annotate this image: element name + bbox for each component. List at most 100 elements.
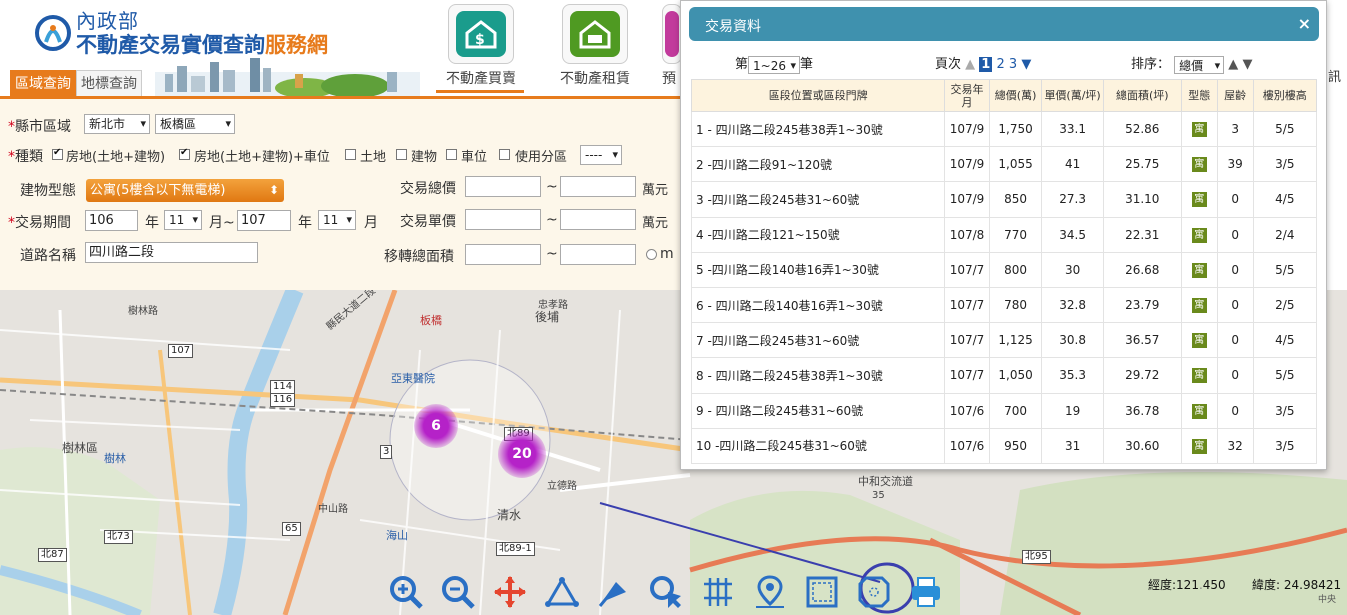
period-label: *交易期間 xyxy=(8,215,71,231)
measure-distance-icon[interactable] xyxy=(541,572,583,612)
zoom-out-icon[interactable] xyxy=(437,572,479,612)
type-zoning-checkbox[interactable] xyxy=(499,149,510,160)
tab-landmark-query[interactable]: 地標查詢 xyxy=(76,70,142,96)
sort-select[interactable]: 總價 xyxy=(1174,55,1225,75)
year-to-input[interactable]: 107 xyxy=(237,210,291,231)
type-label: *種類 xyxy=(8,149,43,165)
col-address[interactable]: 區段位置或區段門牌 xyxy=(690,79,946,112)
measure-area-icon[interactable] xyxy=(593,572,635,612)
table-row[interactable]: 1 - 四川路二段245巷38弄1~30號 107/9 1,750 33.1 52.86… xyxy=(690,110,1318,148)
road-name-input[interactable]: 四川路二段 xyxy=(85,242,258,263)
type-parking-label: 車位 xyxy=(461,150,488,165)
zoom-in-icon[interactable] xyxy=(385,572,427,612)
district-select[interactable]: 板橋區 xyxy=(155,114,235,134)
unit-price-min-input[interactable] xyxy=(465,209,541,230)
record-range-select[interactable]: 1~26 xyxy=(748,55,801,75)
cell-floor: 5/5 xyxy=(1252,357,1318,394)
zoning-select[interactable]: ---- xyxy=(580,145,622,165)
cell-date: 107/9 xyxy=(944,146,990,183)
total-price-min-input[interactable] xyxy=(465,176,541,197)
prev-page-icon[interactable]: ▲ xyxy=(965,57,975,72)
table-row[interactable]: 7 -四川路二段245巷31~60號 107/7 1,125 30.8 36.57 寓 0 4… xyxy=(690,322,1318,359)
month-from-select[interactable]: 11 xyxy=(164,210,202,230)
map-label-zhonghe-interchange: 中和交流道 xyxy=(858,475,913,488)
sort-descending-icon[interactable]: ▼ xyxy=(1242,57,1252,72)
road-badge-107: 107 xyxy=(168,344,194,358)
cell-address: 5 -四川路二段140巷16弄1~30號 xyxy=(690,251,946,288)
nav-real-estate-sale[interactable]: $ 不動產買賣 xyxy=(446,4,516,88)
locate-icon[interactable] xyxy=(749,572,791,612)
grid-icon[interactable] xyxy=(697,572,739,612)
tab-area-query[interactable]: 區域查詢 xyxy=(10,70,76,96)
page-2[interactable]: 2 xyxy=(996,57,1004,72)
month-to-select[interactable]: 11 xyxy=(318,210,356,230)
table-row[interactable]: 4 -四川路二段121~150號 107/8 770 34.5 22.31 寓 0 2/4 xyxy=(690,216,1318,253)
cell-unit-price: 30.8 xyxy=(1041,322,1104,359)
col-type[interactable]: 型態 xyxy=(1180,79,1218,112)
col-date[interactable]: 交易年月 xyxy=(944,79,990,112)
type-zoning-label: 使用分區 xyxy=(515,150,568,165)
page-3[interactable]: 3 xyxy=(1009,57,1017,72)
unit-price-unit: 萬元 xyxy=(642,216,669,231)
print-icon[interactable] xyxy=(905,572,947,612)
month-to-unit: 月 xyxy=(364,215,378,231)
map-label-far-eastern-hospital: 亞東醫院 xyxy=(391,372,435,385)
transaction-data-panel: 交易資料 × 第1~26筆 頁次 ▲ 1 2 3 ▼ 排序： 總價 ▲ ▼ 區段… xyxy=(680,0,1327,470)
table-row[interactable]: 2 -四川路二段91~120號 107/9 1,055 41 25.75 寓 39 3/5 xyxy=(690,146,1318,183)
nav-real-estate-sale-label: 不動產買賣 xyxy=(446,71,516,87)
next-page-icon[interactable]: ▼ xyxy=(1021,57,1031,72)
table-row[interactable]: 6 - 四川路二段140巷16弄1~30號 107/7 780 32.8 23.79 寓 0… xyxy=(690,286,1318,324)
cell-age: 39 xyxy=(1216,146,1254,183)
cell-date: 107/9 xyxy=(944,181,990,218)
select-icon[interactable] xyxy=(645,572,687,612)
cell-address: 8 - 四川路二段245巷38弄1~30號 xyxy=(690,357,946,394)
road-badge-116: 116 xyxy=(270,393,296,407)
col-unit-price[interactable]: 單價(萬/坪) xyxy=(1041,79,1104,112)
rectangle-select-icon[interactable] xyxy=(801,572,843,612)
type-land-building-parking-checkbox[interactable] xyxy=(179,147,190,160)
transaction-cluster-marker[interactable]: 20 xyxy=(498,430,546,478)
year-from-input[interactable]: 106 xyxy=(85,210,138,231)
col-age[interactable]: 屋齡 xyxy=(1216,79,1254,112)
table-row[interactable]: 9 - 四川路二段245巷31~60號 107/6 700 19 36.78 寓 0 3/5 xyxy=(690,392,1318,429)
type-land-building-checkbox[interactable] xyxy=(52,147,63,160)
cell-address: 6 - 四川路二段140巷16弄1~30號 xyxy=(690,286,946,324)
area-tilde: ~ xyxy=(546,246,558,262)
city-select[interactable]: 新北市 xyxy=(84,114,150,134)
nav-real-estate-rent[interactable]: 不動產租賃 xyxy=(560,4,630,88)
col-floor[interactable]: 樓別樓高 xyxy=(1252,79,1318,112)
map-label-zhongxiao-road: 忠孝路 xyxy=(538,300,568,311)
nav-presale[interactable]: 預 xyxy=(662,4,682,88)
sort-ascending-icon[interactable]: ▲ xyxy=(1228,57,1238,72)
table-row[interactable]: 8 - 四川路二段245巷38弄1~30號 107/7 1,050 35.3 29.72… xyxy=(690,357,1318,394)
cell-unit-price: 33.1 xyxy=(1041,110,1104,148)
cell-area: 31.10 xyxy=(1102,181,1182,218)
area-max-input[interactable] xyxy=(560,244,636,265)
cell-age: 32 xyxy=(1216,427,1254,464)
map-label-qingshui: 清水 xyxy=(497,508,522,522)
building-type-select[interactable]: 公寓(5樓含以下無電梯) xyxy=(86,179,284,202)
type-parking-checkbox[interactable] xyxy=(446,149,457,160)
type-land-checkbox[interactable] xyxy=(345,149,356,160)
cell-total-price: 950 xyxy=(988,427,1043,464)
area-unit-m2-radio[interactable] xyxy=(646,249,657,260)
col-total-price[interactable]: 總價(萬) xyxy=(988,79,1043,112)
transaction-cluster-marker[interactable]: 6 xyxy=(414,404,458,448)
pan-icon[interactable] xyxy=(489,572,531,612)
polygon-select-icon[interactable] xyxy=(853,572,895,612)
unit-price-max-input[interactable] xyxy=(560,209,636,230)
col-area[interactable]: 總面積(坪) xyxy=(1102,79,1182,112)
nav-cut-label[interactable]: 訊 xyxy=(1328,66,1341,85)
table-row[interactable]: 5 -四川路二段140巷16弄1~30號 107/7 800 30 26.68 寓 0 5/5 xyxy=(690,251,1318,288)
table-row[interactable]: 3 -四川路二段245巷31~60號 107/9 850 27.3 31.10 寓 0 4/5 xyxy=(690,181,1318,218)
cell-type: 寓 xyxy=(1180,216,1218,253)
table-row[interactable]: 10 -四川路二段245巷31~60號 107/6 950 31 30.60 寓 32 3/5 xyxy=(690,427,1318,464)
site-logo[interactable]: 內政部 不動產交易實價查詢服務網 xyxy=(34,10,328,58)
type-building-checkbox[interactable] xyxy=(396,149,407,160)
total-price-max-input[interactable] xyxy=(560,176,636,197)
page-1[interactable]: 1 xyxy=(979,57,993,72)
apartment-type-badge: 寓 xyxy=(1191,403,1207,419)
cell-floor: 4/5 xyxy=(1252,322,1318,359)
close-icon[interactable]: × xyxy=(1298,14,1311,33)
area-min-input[interactable] xyxy=(465,244,541,265)
